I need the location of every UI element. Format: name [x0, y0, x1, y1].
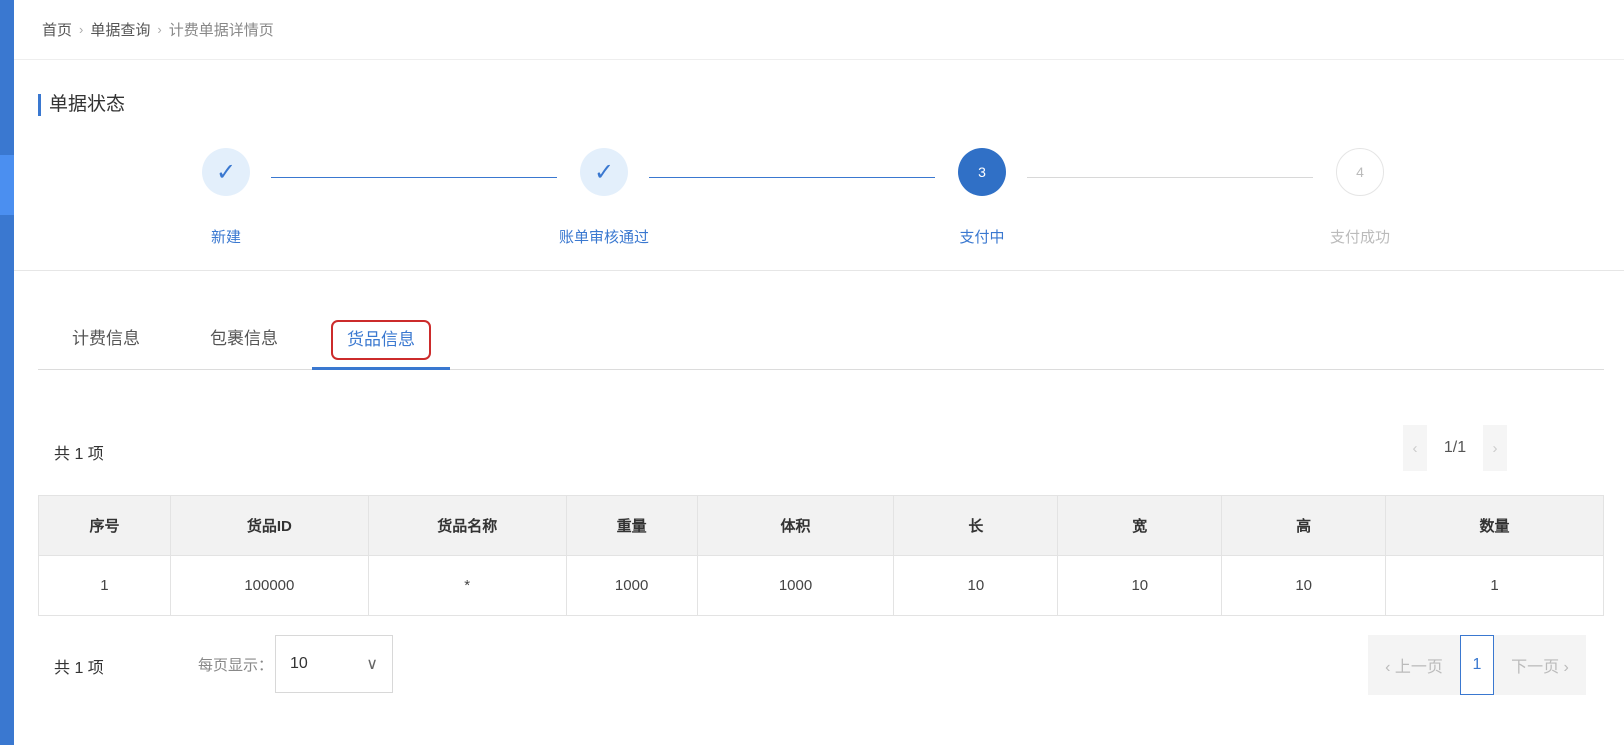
- header-volume: 体积: [696, 495, 895, 556]
- step-4-indicator: 4: [1336, 148, 1384, 196]
- sidebar-strip[interactable]: [0, 0, 14, 745]
- next-page-button[interactable]: 下一页 ›: [1494, 635, 1586, 695]
- breadcrumb-current: 计费单据详情页: [168, 22, 274, 39]
- header-height: 高: [1221, 495, 1387, 556]
- breadcrumb-home[interactable]: 首页: [42, 19, 72, 40]
- mini-prev-page-icon[interactable]: ‹: [1403, 425, 1427, 471]
- page-number-button[interactable]: 1: [1460, 635, 1494, 695]
- total-count-top: 共 1 项: [54, 446, 104, 463]
- mini-pager: ‹ 1/1 ›: [1403, 425, 1507, 471]
- mini-next-page-icon[interactable]: ›: [1483, 425, 1507, 471]
- tab-goods-info-label: 货品信息: [331, 320, 431, 360]
- goods-table: 序号 货品ID 货品名称 重量 体积 长 宽 高 数量 1 100000 * 1…: [38, 495, 1604, 616]
- main-content: 首页 › 单据查询 › 计费单据详情页 单据状态 ✓ ✓ 3 4 新建 账单审核…: [14, 0, 1624, 745]
- breadcrumb-document-query[interactable]: 单据查询: [90, 19, 150, 40]
- step-2-label: 账单审核通过: [558, 229, 649, 246]
- breadcrumb-separator-icon: ›: [79, 22, 84, 37]
- header-width: 宽: [1057, 495, 1223, 556]
- header-quantity: 数量: [1385, 495, 1604, 556]
- table-header-row: 序号 货品ID 货品名称 重量 体积 长 宽 高 数量: [38, 495, 1604, 556]
- cell-index: 1: [38, 555, 171, 616]
- step-3-label: 支付中: [959, 229, 1005, 246]
- tab-package-info[interactable]: 包裹信息: [190, 312, 298, 370]
- header-goods-name: 货品名称: [367, 495, 567, 556]
- mini-page-indicator: 1/1: [1443, 439, 1467, 456]
- cell-height: 10: [1221, 555, 1387, 616]
- header-weight: 重量: [565, 495, 698, 556]
- pagination-bar: 共 1 项 每页显示： 10 ∨ ‹ 上一页 1 下一页 ›: [38, 633, 1604, 695]
- total-count-bottom: 共 1 项: [54, 660, 104, 677]
- breadcrumb-separator-icon: ›: [157, 22, 162, 37]
- cell-weight: 1000: [565, 555, 698, 616]
- pager: ‹ 上一页 1 下一页 ›: [1368, 635, 1586, 695]
- cell-goods-id: 100000: [169, 555, 369, 616]
- cell-volume: 1000: [696, 555, 895, 616]
- section-divider: [14, 270, 1624, 271]
- section-title: 单据状态: [38, 94, 125, 116]
- step-2-check-icon: ✓: [580, 148, 628, 196]
- tab-billing-info[interactable]: 计费信息: [52, 312, 160, 370]
- cell-length: 10: [893, 555, 1059, 616]
- table-row: 1 100000 * 1000 1000 10 10 10 1: [38, 555, 1604, 616]
- cell-width: 10: [1057, 555, 1223, 616]
- per-page-value: 10: [290, 655, 308, 672]
- prev-page-button[interactable]: ‹ 上一页: [1368, 635, 1460, 695]
- header-length: 长: [893, 495, 1059, 556]
- header-index: 序号: [38, 495, 171, 556]
- chevron-down-icon: ∨: [366, 656, 378, 673]
- step-connector-1: [271, 177, 557, 178]
- sidebar-active-indicator: [0, 155, 14, 215]
- step-4-label: 支付成功: [1329, 229, 1390, 246]
- cell-goods-name: *: [367, 555, 567, 616]
- step-connector-3: [1027, 177, 1313, 178]
- step-connector-2: [649, 177, 935, 178]
- per-page-label: 每页显示：: [198, 657, 274, 674]
- app-root: 首页 › 单据查询 › 计费单据详情页 单据状态 ✓ ✓ 3 4 新建 账单审核…: [0, 0, 1624, 745]
- step-1-check-icon: ✓: [202, 148, 250, 196]
- step-3-indicator: 3: [958, 148, 1006, 196]
- tab-goods-info[interactable]: 货品信息: [312, 312, 450, 370]
- breadcrumb: 首页 › 单据查询 › 计费单据详情页: [14, 0, 1624, 60]
- per-page-select[interactable]: 10 ∨: [275, 635, 393, 693]
- detail-tabs: 计费信息 包裹信息 货品信息: [38, 312, 1604, 370]
- step-1-label: 新建: [210, 229, 241, 246]
- cell-quantity: 1: [1385, 555, 1604, 616]
- header-goods-id: 货品ID: [169, 495, 369, 556]
